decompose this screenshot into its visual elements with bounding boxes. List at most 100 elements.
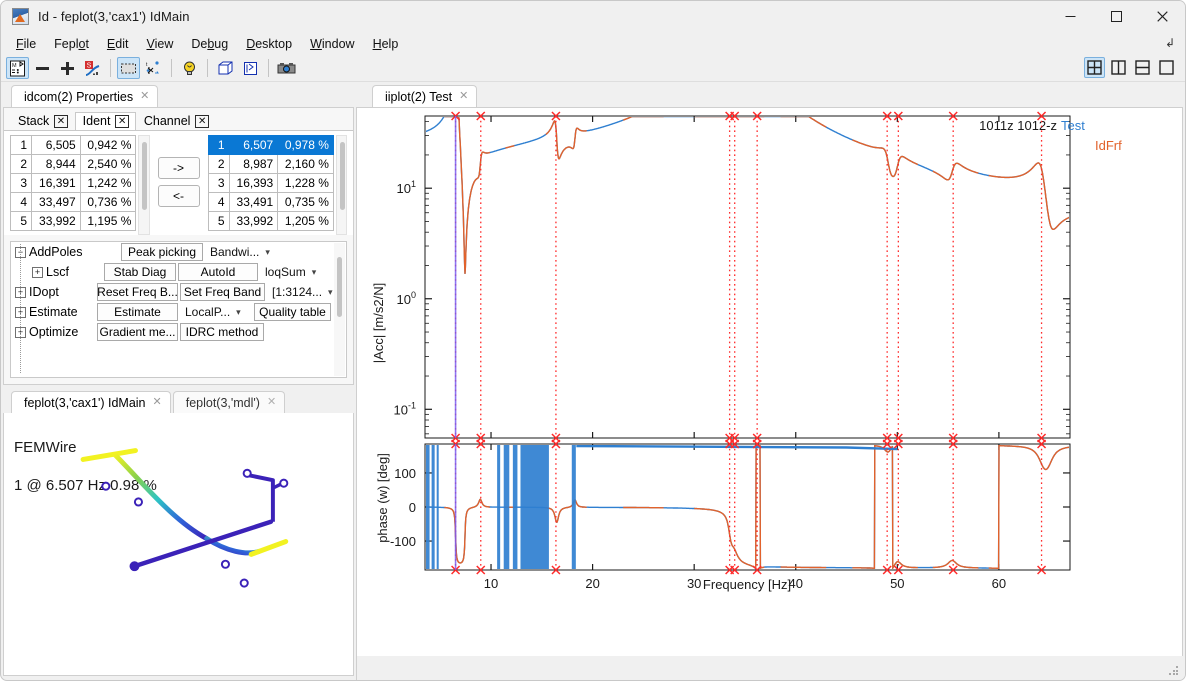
tree-row-lscf[interactable]: + Lscf Stab Diag AutoId loqSum ▾ — [11, 262, 346, 282]
scrollbar-thumb[interactable] — [340, 142, 345, 210]
tree-scrollbar[interactable] — [334, 243, 345, 376]
close-icon[interactable]: ✕ — [115, 115, 128, 128]
tree-row-addpoles[interactable]: − AddPoles Peak picking Bandwi... ▾ — [11, 242, 346, 262]
minimize-button[interactable] — [1047, 1, 1093, 32]
idrc-method-button[interactable]: IDRC method — [180, 323, 264, 341]
close-icon[interactable]: ✕ — [459, 91, 468, 102]
maximize-button[interactable] — [1093, 1, 1139, 32]
menu-file[interactable]: File — [7, 35, 45, 53]
row-index: 3 — [208, 174, 229, 193]
freq-band-combo[interactable]: [1:3124... ▾ — [267, 283, 331, 301]
move-left-button[interactable]: <- — [158, 185, 200, 207]
femwire-deformed-shape — [4, 413, 353, 650]
close-button[interactable] — [1139, 1, 1185, 32]
subtab-channel[interactable]: Channel ✕ — [136, 112, 216, 130]
row-damping: 1,242 % — [80, 174, 136, 193]
table-row[interactable]: 3 16,391 1,242 % — [11, 174, 136, 193]
camera-icon[interactable] — [275, 57, 298, 79]
table-row[interactable]: 4 33,491 0,735 % — [208, 193, 333, 212]
tab-idcom-properties[interactable]: idcom(2) Properties ✕ — [11, 85, 158, 107]
phase-series-idfrf — [781, 567, 827, 568]
scrollbar-thumb[interactable] — [142, 142, 147, 210]
menu-desktop[interactable]: Desktop — [237, 35, 301, 53]
layout-two-columns-icon[interactable] — [1108, 57, 1129, 78]
layout-quad-icon[interactable] — [1084, 57, 1105, 78]
right-table-scrollbar[interactable] — [336, 135, 347, 235]
scrollbar-thumb[interactable] — [337, 257, 342, 317]
frf-chart[interactable]: 10-1100101 -1000100102030405060 |Acc| [m… — [357, 108, 1183, 652]
table-row[interactable]: 5 33,992 1,195 % — [11, 212, 136, 231]
bandwidth-combo[interactable]: Bandwi... ▾ — [205, 243, 285, 261]
menu-edit[interactable]: Edit — [98, 35, 138, 53]
menu-overflow-icon[interactable]: ↲ — [1165, 36, 1175, 50]
table-row[interactable]: 2 8,987 2,160 % — [208, 155, 333, 174]
gradient-method-button[interactable]: Gradient me... — [97, 323, 178, 341]
close-icon[interactable]: ✕ — [267, 397, 276, 408]
right-pole-table[interactable]: 1 6,507 0,978 % 2 8,987 2,160 % 3 — [208, 135, 334, 231]
plus-icon[interactable] — [56, 57, 79, 79]
minus-icon[interactable] — [31, 57, 54, 79]
table-row[interactable]: 5 33,992 1,205 % — [208, 212, 333, 231]
x-axis-label: Frequency [Hz] — [703, 577, 791, 592]
stab-diag-button[interactable]: Stab Diag — [104, 263, 176, 281]
menu-help[interactable]: Help — [364, 35, 408, 53]
tree-label: AddPoles — [29, 245, 121, 259]
tab-iiplot-test[interactable]: iiplot(2) Test ✕ — [372, 85, 477, 107]
logsum-combo[interactable]: loqSum ▾ — [260, 263, 336, 281]
tree-row-optimize[interactable]: + Optimize Gradient me... IDRC method — [11, 322, 346, 342]
layout-two-rows-icon[interactable] — [1132, 57, 1153, 78]
table-row[interactable]: 2 8,944 2,540 % — [11, 155, 136, 174]
feplot-view[interactable]: FEMWire 1 @ 6.507 Hz 0.98 % — [4, 413, 353, 675]
localpole-combo[interactable]: LocalP... ▾ — [180, 303, 252, 321]
simulink-curve-icon[interactable]: S — [81, 57, 104, 79]
quality-table-button[interactable]: Quality table — [254, 303, 331, 321]
left-pole-table[interactable]: 1 6,505 0,942 % 2 8,944 2,540 % 3 — [10, 135, 136, 231]
left-column: idcom(2) Properties ✕ Stack ✕ Ident ✕ Ch… — [1, 82, 356, 680]
menu-feplot[interactable]: Feplot — [45, 35, 98, 53]
reset-freq-band-button[interactable]: Reset Freq B... — [97, 283, 178, 301]
layout-single-icon[interactable] — [1156, 57, 1177, 78]
frf-plot-area[interactable]: 10-1100101 -1000100102030405060 |Acc| [m… — [357, 108, 1182, 664]
phase-wrap-band — [572, 445, 576, 569]
table-row[interactable]: 1 6,507 0,978 % — [208, 136, 333, 155]
table-row[interactable]: 4 33,497 0,736 % — [11, 193, 136, 212]
phase-wrap-band — [426, 445, 430, 569]
table-row[interactable]: 3 16,393 1,228 % — [208, 174, 333, 193]
menu-view[interactable]: View — [137, 35, 182, 53]
set-freq-band-button[interactable]: Set Freq Band — [180, 283, 265, 301]
node-select-icon[interactable]: t — [142, 57, 165, 79]
left-table-scrollbar[interactable] — [138, 135, 149, 235]
close-icon[interactable]: ✕ — [54, 115, 67, 128]
table-row[interactable]: 1 6,505 0,942 % — [11, 136, 136, 155]
close-icon[interactable]: ✕ — [195, 115, 208, 128]
subtab-stack[interactable]: Stack ✕ — [10, 112, 75, 130]
feplot-panel: FEMWire 1 @ 6.507 Hz 0.98 % — [3, 413, 354, 676]
menu-window[interactable]: Window — [301, 35, 363, 53]
cube-view-icon[interactable] — [214, 57, 237, 79]
tree-label: Optimize — [29, 325, 97, 339]
model-properties-icon[interactable]: M — [6, 57, 29, 79]
close-icon[interactable]: ✕ — [140, 91, 149, 102]
close-icon[interactable]: ✕ — [153, 397, 162, 408]
tab-feplot-mdl[interactable]: feplot(3,'mdl') ✕ — [173, 391, 285, 413]
plane-view-icon[interactable] — [239, 57, 262, 79]
tree-row-idopt[interactable]: + IDopt Reset Freq B... Set Freq Band [1… — [11, 282, 346, 302]
menu-bar: File Feplot Edit View Debug Desktop Wind… — [1, 32, 1185, 55]
row-damping: 0,978 % — [278, 136, 334, 155]
svg-text:S: S — [87, 62, 92, 69]
peak-picking-button[interactable]: Peak picking — [121, 243, 203, 261]
marquee-select-icon[interactable] — [117, 57, 140, 79]
light-bulb-icon[interactable] — [178, 57, 201, 79]
expand-icon[interactable]: + — [32, 267, 43, 278]
estimate-button[interactable]: Estimate — [97, 303, 178, 321]
tab-feplot-cax1[interactable]: feplot(3,'cax1') IdMain ✕ — [11, 391, 171, 413]
tree-row-estimate[interactable]: + Estimate Estimate LocalP... ▾ Quality … — [11, 302, 346, 322]
menu-debug[interactable]: Debug — [182, 35, 237, 53]
legend-idfrf-label: IdFrf — [1095, 138, 1122, 153]
row-frequency: 6,507 — [229, 136, 278, 155]
transfer-buttons: -> <- — [158, 157, 200, 207]
move-right-button[interactable]: -> — [158, 157, 200, 179]
autoid-button[interactable]: AutoId — [178, 263, 258, 281]
resize-grip[interactable] — [1169, 666, 1179, 676]
subtab-ident[interactable]: Ident ✕ — [75, 112, 136, 130]
